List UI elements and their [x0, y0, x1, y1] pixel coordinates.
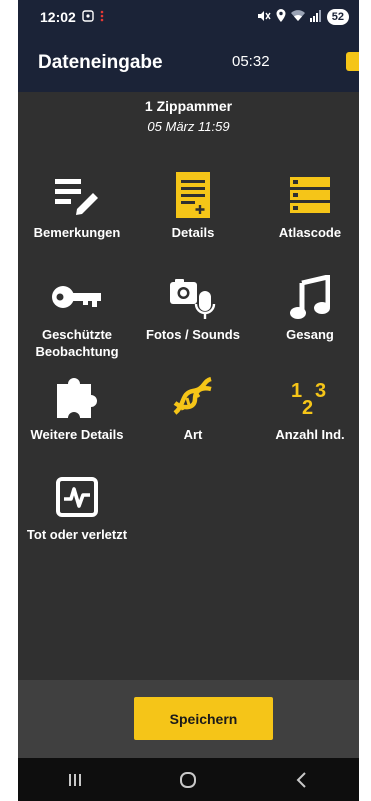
key-icon	[18, 270, 136, 324]
pulse-icon	[18, 470, 136, 524]
tile-label: Tot oder verletzt	[26, 527, 128, 542]
notes-edit-icon	[18, 168, 136, 222]
home-button[interactable]	[158, 765, 218, 795]
system-nav-bar	[18, 758, 359, 801]
wifi-icon	[290, 9, 305, 25]
tile-fotos-sounds[interactable]: Fotos / Sounds	[134, 270, 252, 343]
list-icon	[251, 168, 359, 222]
tile-bemerkungen[interactable]: Bemerkungen	[18, 168, 136, 241]
tile-details[interactable]: Details	[134, 168, 252, 241]
back-button[interactable]	[272, 765, 332, 795]
numbers-icon: 1 2 3	[251, 370, 359, 424]
species-label: 1 Zippammer	[144, 98, 233, 114]
tile-label: Geschützte Beobachtung	[35, 327, 119, 359]
tile-tot-oder-verletzt[interactable]: Tot oder verletzt	[18, 470, 136, 543]
timer: 05:32	[232, 53, 270, 70]
tile-art[interactable]: Art	[134, 370, 252, 443]
observation-date: 05 März 11:59	[147, 119, 230, 134]
svg-text:3: 3	[315, 380, 326, 402]
battery-indicator: 52	[326, 9, 349, 25]
recent-apps-icon	[68, 773, 81, 786]
tile-anzahl-ind[interactable]: 1 2 3 Anzahl Ind.	[251, 370, 359, 443]
location-icon	[276, 9, 286, 25]
tile-label: Weitere Details	[30, 427, 124, 442]
page-title: Dateneingabe	[38, 52, 163, 73]
save-button[interactable]: Speichern	[134, 697, 273, 740]
status-time: 12:02	[40, 9, 76, 25]
tile-label: Details	[171, 225, 215, 240]
dna-icon	[134, 370, 252, 424]
tile-geschuetzte-beobachtung[interactable]: Geschützte Beobachtung	[18, 270, 136, 360]
home-icon	[180, 771, 197, 788]
tile-label: Anzahl Ind.	[275, 427, 345, 442]
tile-atlascode[interactable]: Atlascode	[251, 168, 359, 241]
app-bar: Dateneingabe 05:32	[18, 34, 359, 92]
tile-label: Gesang	[286, 327, 334, 342]
screenshot-icon	[82, 9, 94, 25]
footer-bar: Speichern	[18, 680, 359, 758]
music-note-icon	[251, 270, 359, 324]
tile-label: Art	[183, 427, 203, 442]
notification-dots-icon	[100, 9, 104, 25]
tile-gesang[interactable]: Gesang	[251, 270, 359, 343]
puzzle-icon	[18, 370, 136, 424]
status-square-button[interactable]	[346, 52, 359, 71]
tile-weitere-details[interactable]: Weitere Details	[18, 370, 136, 443]
tile-label: Bemerkungen	[33, 225, 121, 240]
observation-info: 1 Zippammer 05 März 11:59	[18, 98, 359, 134]
app-screen: 12:02 52 Dateneingabe 05:32 1 Zippammer …	[18, 0, 359, 801]
recent-apps-button[interactable]	[45, 765, 105, 795]
tile-label: Atlascode	[278, 225, 342, 240]
svg-text:1: 1	[291, 380, 302, 402]
document-add-icon	[134, 168, 252, 222]
tile-label: Fotos / Sounds	[146, 327, 240, 342]
svg-text:2: 2	[302, 397, 313, 419]
camera-microphone-icon	[134, 270, 252, 324]
mute-icon	[257, 9, 271, 25]
status-bar: 12:02 52	[18, 0, 359, 34]
back-icon	[296, 771, 306, 788]
signal-icon	[309, 9, 322, 25]
